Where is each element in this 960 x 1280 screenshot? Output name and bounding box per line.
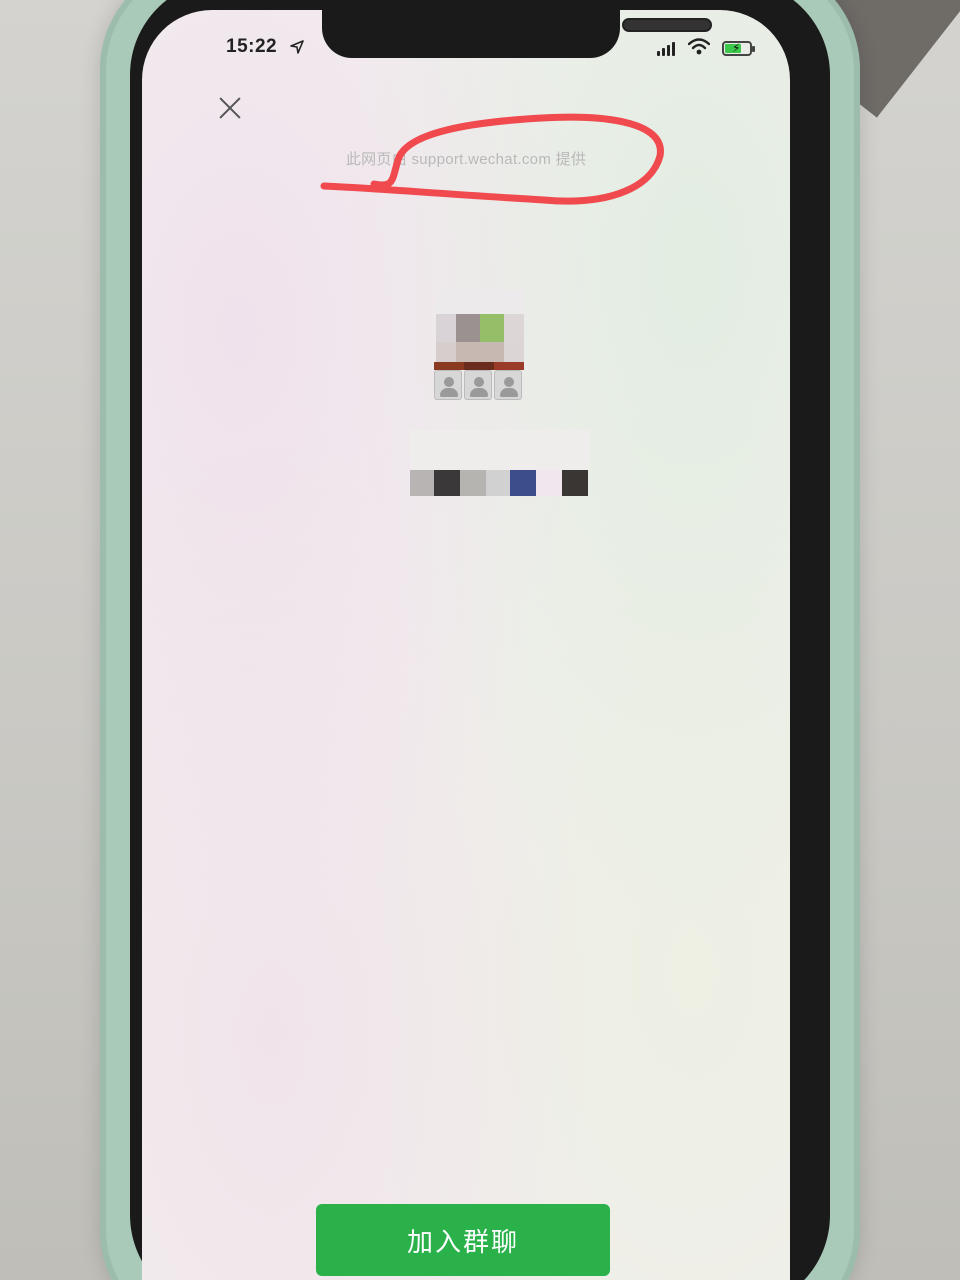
group-avatar: [432, 290, 528, 402]
status-time: 15:22: [226, 36, 278, 57]
location-arrow-icon: [290, 40, 304, 54]
provider-note: 此网页由 support.wechat.com 提供: [345, 151, 587, 168]
default-member-avatar-icon: [434, 370, 462, 400]
wifi-icon: [688, 38, 710, 55]
cellular-signal-icon: [657, 42, 675, 56]
notch: [322, 10, 712, 58]
close-icon[interactable]: [216, 94, 244, 122]
speaker-grille: [622, 18, 712, 32]
phone-screen: 15:22 ⚡ 此网页由 support.wechat.com 提供 加入群聊: [142, 10, 790, 1280]
battery-charging-icon: ⚡: [722, 41, 755, 56]
default-member-avatar-icon: [494, 370, 522, 400]
join-group-button[interactable]: 加入群聊: [316, 1204, 610, 1276]
default-member-avatar-icon: [464, 370, 492, 400]
